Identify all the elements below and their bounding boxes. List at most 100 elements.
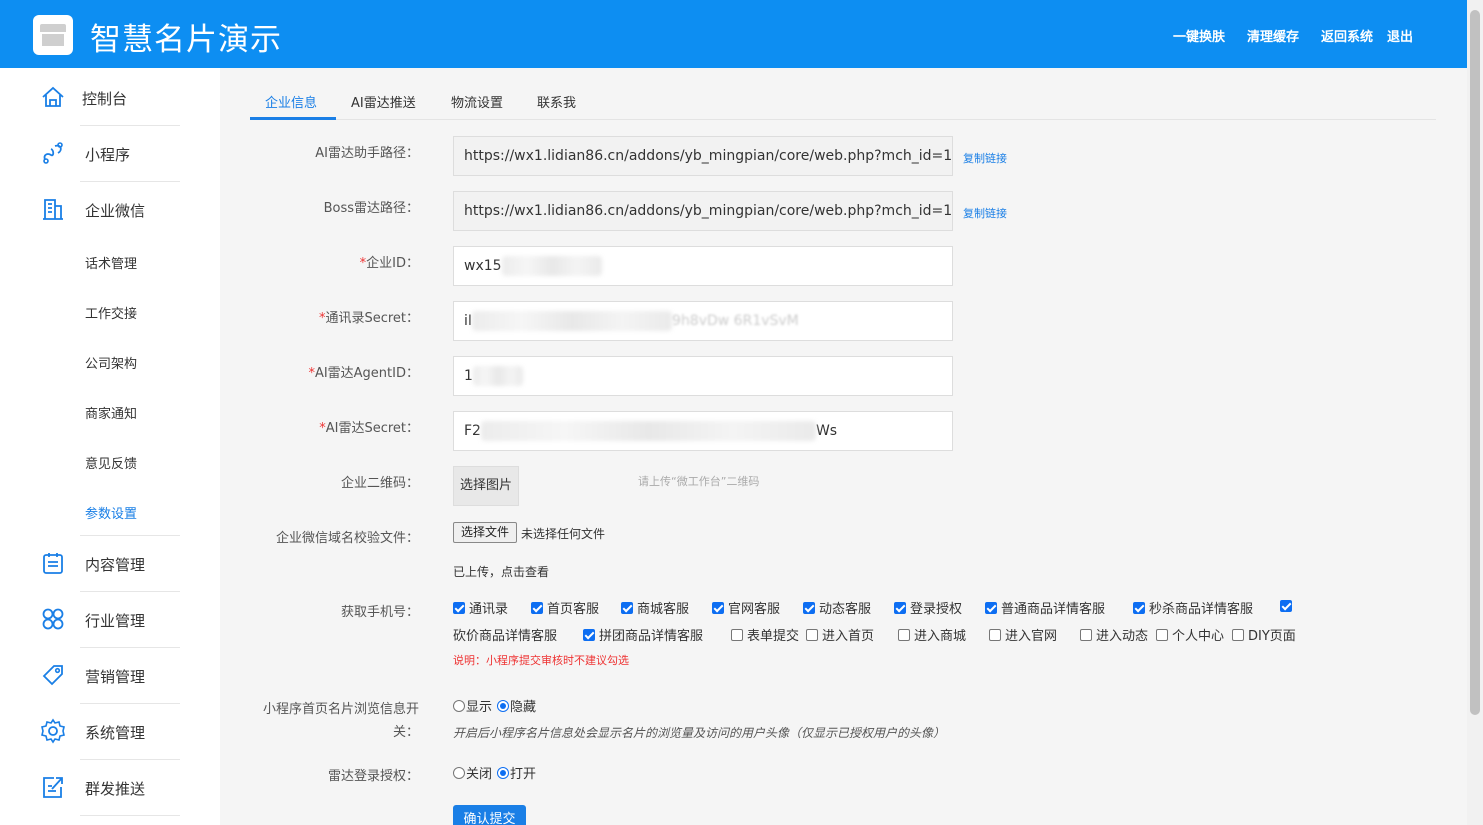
checkbox-box[interactable] [731, 628, 743, 641]
phone-option-checkbox[interactable]: 秒杀商品详情客服 [1133, 598, 1253, 617]
checkbox-box[interactable] [621, 601, 633, 614]
phone-option-checkbox[interactable]: 个人中心 [1156, 625, 1224, 644]
phone-option-checkbox[interactable]: 拼团商品详情客服 [583, 625, 703, 644]
checkbox-box[interactable] [531, 601, 543, 614]
phone-option-checkbox[interactable]: 登录授权 [894, 598, 962, 617]
radar-auth-off-radio[interactable]: 关闭 [453, 763, 492, 782]
checkbox-box[interactable] [712, 601, 724, 614]
copy-boss-link[interactable]: 复制链接 [963, 205, 1007, 221]
checkbox-label: 秒杀商品详情客服 [1149, 602, 1254, 617]
checkbox-box[interactable] [1232, 628, 1244, 641]
agent-id-label: *AI雷达AgentID： [308, 362, 419, 381]
tab-ai-radar-push[interactable]: AI雷达推送 [351, 92, 416, 111]
change-skin-link[interactable]: 一键换肤 [1173, 26, 1225, 45]
back-to-system-link[interactable]: 返回系统 [1321, 26, 1373, 45]
radio-label: 隐藏 [510, 700, 537, 715]
checkbox-label: 普通商品详情客服 [1001, 602, 1106, 617]
checkbox-box[interactable] [806, 628, 818, 641]
phone-option-checkbox[interactable]: 通讯录 [453, 598, 508, 617]
checkbox-box[interactable] [1280, 600, 1292, 612]
sidebar-item-industry[interactable]: 行业管理 [0, 592, 220, 648]
checkbox-box[interactable] [583, 628, 595, 641]
radio-circle[interactable] [497, 766, 509, 779]
browse-show-radio[interactable]: 显示 [453, 696, 492, 715]
phone-option-checkbox[interactable]: 表单提交 [731, 625, 799, 644]
sidebar-item-wecom[interactable]: 企业微信 [0, 182, 220, 238]
choose-image-button[interactable]: 选择图片 [453, 466, 519, 506]
tab-logistics[interactable]: 物流设置 [451, 92, 503, 111]
radio-circle[interactable] [453, 766, 465, 779]
corp-id-field[interactable]: wx15 [453, 246, 953, 286]
phone-label: 获取手机号： [340, 605, 419, 620]
phone-option-checkbox[interactable]: 进入官网 [989, 625, 1057, 644]
phone-option-checkbox[interactable]: 商城客服 [621, 598, 689, 617]
checkbox-box[interactable] [453, 601, 465, 614]
scrollbar-thumb[interactable] [1470, 10, 1480, 715]
tab-contact-me[interactable]: 联系我 [537, 92, 576, 111]
subitem-script-management[interactable]: 话术管理 [85, 253, 137, 272]
radio-circle[interactable] [453, 699, 465, 712]
shop-logo-icon [33, 15, 73, 55]
phone-option-checkbox[interactable]: 官网客服 [712, 598, 780, 617]
checkbox-box[interactable] [894, 601, 906, 614]
sidebar-item-label: 系统管理 [85, 724, 146, 742]
checkbox-box[interactable] [803, 601, 815, 614]
clear-cache-link[interactable]: 清理缓存 [1247, 26, 1299, 45]
choose-file-button[interactable]: 选择文件 [453, 522, 517, 543]
radar-auth-on-radio[interactable]: 打开 [497, 763, 536, 782]
phone-option-checkbox[interactable]: 进入商城 [898, 625, 966, 644]
redacted-blur [480, 421, 816, 441]
checkbox-box[interactable] [985, 601, 997, 614]
browse-label-line2: 关： [392, 725, 419, 740]
radar-secret-value: F2 [464, 423, 481, 439]
browse-note: 开启后小程序名片信息处会显示名片的浏览量及访问的用户头像（仅显示已授权用户的头像… [453, 726, 946, 740]
checkbox-label: 进入首页 [822, 629, 875, 644]
sidebar-item-miniprogram[interactable]: 小程序 [0, 126, 220, 182]
subitem-feedback[interactable]: 意见反馈 [85, 453, 137, 472]
sidebar-item-broadcast[interactable]: 群发推送 [0, 760, 220, 816]
radar-secret-label-text: AI雷达Secret： [325, 421, 419, 436]
tab-company-info[interactable]: 企业信息 [265, 92, 317, 111]
phone-option-checkbox[interactable]: 动态客服 [803, 598, 871, 617]
qrcode-hint: 请上传“微工作台”二维码 [638, 475, 760, 488]
browse-hide-radio[interactable]: 隐藏 [497, 696, 536, 715]
subitem-parameter-settings[interactable]: 参数设置 [85, 503, 137, 522]
corp-id-label-text: 企业ID： [366, 256, 419, 271]
phone-option-checkbox[interactable]: 首页客服 [531, 598, 599, 617]
sidebar-item-marketing[interactable]: 营销管理 [0, 648, 220, 704]
phone-option-checkbox[interactable]: 进入动态 [1080, 625, 1148, 644]
radio-circle[interactable] [497, 699, 509, 712]
checkbox-box[interactable] [989, 628, 1001, 641]
contacts-secret-field[interactable]: iI 9h8vDw 6R1vSvM [453, 301, 953, 341]
checkbox-box[interactable] [898, 628, 910, 641]
checkbox-label: 进入商城 [914, 629, 967, 644]
submit-button[interactable]: 确认提交 [453, 805, 526, 825]
subitem-company-structure[interactable]: 公司架构 [85, 353, 137, 372]
sidebar-item-content[interactable]: 内容管理 [0, 536, 220, 592]
active-tab-indicator [250, 117, 336, 120]
subitem-work-handover[interactable]: 工作交接 [85, 303, 137, 322]
radar-secret-field[interactable]: F2 Ws [453, 411, 953, 451]
page-scrollbar[interactable] [1467, 0, 1483, 825]
phone-option-checkbox[interactable]: 普通商品详情客服 [985, 598, 1105, 617]
logout-link[interactable]: 退出 [1387, 26, 1413, 45]
phone-option-checkbox[interactable]: 砍价商品详情客服 [453, 600, 1292, 644]
checkbox-box[interactable] [1156, 628, 1168, 641]
agent-id-field[interactable]: 1 [453, 356, 953, 396]
sidebar-item-system[interactable]: 系统管理 [0, 704, 220, 760]
app-title: 智慧名片演示 [90, 22, 282, 58]
boss-path-field[interactable]: https://wx1.lidian86.cn/addons/yb_mingpi… [453, 191, 953, 231]
copy-radar-link[interactable]: 复制链接 [963, 150, 1007, 166]
sidebar-item-dashboard[interactable]: 控制台 [0, 70, 220, 126]
checkbox-box[interactable] [1080, 628, 1092, 641]
checkbox-label: 通讯录 [469, 602, 509, 617]
phone-option-checkbox[interactable]: 进入首页 [806, 625, 874, 644]
contacts-secret-value: iI [464, 313, 473, 329]
checkbox-box[interactable] [1133, 601, 1145, 614]
phone-option-checkbox[interactable]: DIY页面 [1232, 625, 1296, 644]
main-content: 企业信息 AI雷达推送 物流设置 联系我 AI雷达助手路径： https://w… [220, 68, 1467, 825]
radar-path-field[interactable]: https://wx1.lidian86.cn/addons/yb_mingpi… [453, 136, 953, 176]
subitem-merchant-notice[interactable]: 商家通知 [85, 403, 137, 422]
sidebar-item-label: 群发推送 [85, 780, 146, 798]
uploaded-view-link[interactable]: 已上传，点击查看 [453, 563, 549, 580]
